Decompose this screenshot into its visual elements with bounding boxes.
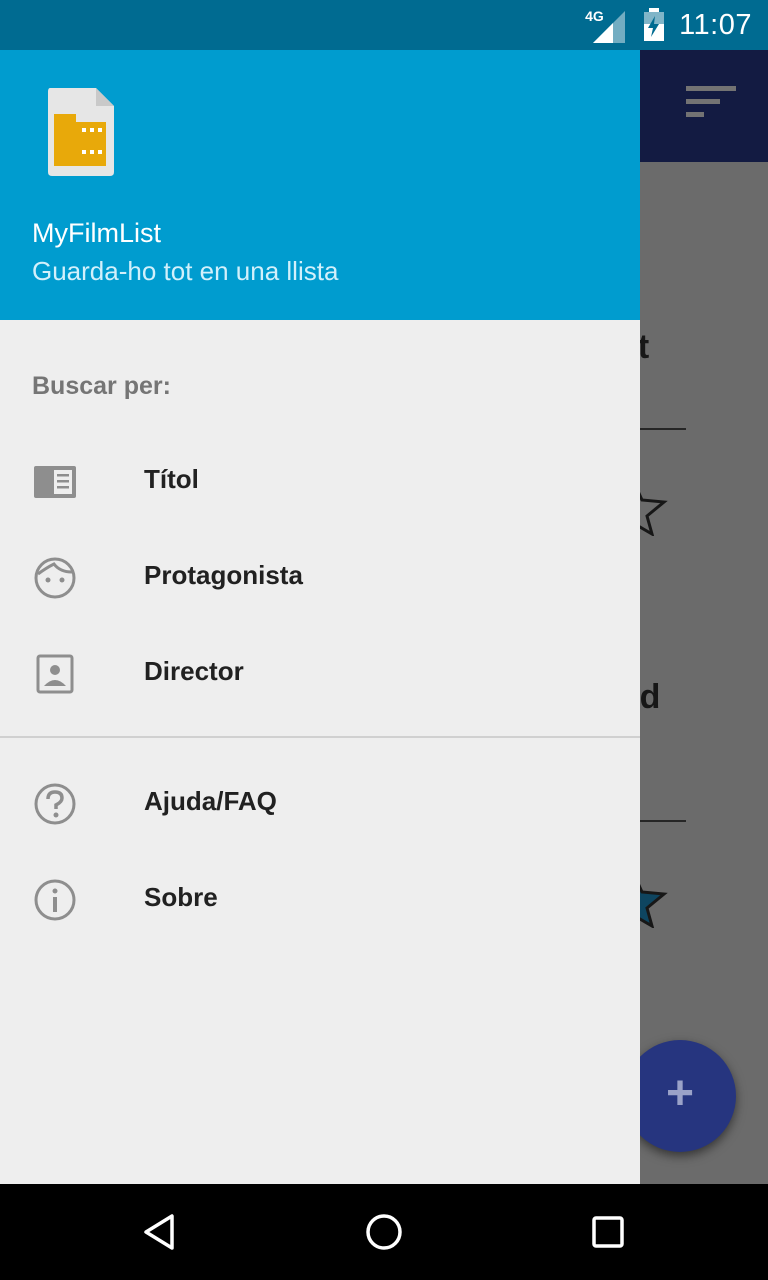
portrait-icon bbox=[36, 654, 74, 694]
network-type: 4G bbox=[585, 8, 604, 24]
drawer-header: MyFilmList Guarda-ho tot en una llista bbox=[0, 50, 640, 320]
menu-item-label: Protagonista bbox=[144, 560, 303, 590]
menu-item-protagonista[interactable]: Protagonista bbox=[0, 530, 640, 626]
signal-icon: 4G bbox=[585, 5, 629, 45]
app-tagline: Guarda-ho tot en una llista bbox=[32, 256, 339, 286]
back-icon[interactable] bbox=[138, 1210, 182, 1254]
add-button[interactable]: + bbox=[624, 1040, 736, 1152]
title-icon bbox=[34, 466, 76, 498]
clock: 11:07 bbox=[679, 8, 752, 41]
menu-item-ajuda-faq[interactable]: Ajuda/FAQ bbox=[0, 756, 640, 852]
info-icon bbox=[34, 879, 76, 921]
battery-charging-icon bbox=[643, 8, 665, 42]
menu-item-label: Director bbox=[144, 656, 244, 686]
app-name: MyFilmList bbox=[32, 218, 161, 248]
menu-item-label: Ajuda/FAQ bbox=[144, 786, 277, 816]
drawer-divider bbox=[0, 736, 640, 738]
menu-item-label: Sobre bbox=[144, 882, 218, 912]
menu-item-label: Títol bbox=[144, 464, 199, 494]
face-icon bbox=[34, 557, 76, 599]
recents-icon[interactable] bbox=[586, 1210, 630, 1254]
menu-item-sobre[interactable]: Sobre bbox=[0, 852, 640, 948]
help-icon bbox=[34, 783, 76, 825]
section-label: Buscar per: bbox=[32, 372, 171, 400]
home-icon[interactable] bbox=[362, 1210, 406, 1254]
menu-item-director[interactable]: Director bbox=[0, 626, 640, 722]
navigation-drawer: MyFilmList Guarda-ho tot en una llista B… bbox=[0, 50, 640, 1184]
system-navigation-bar bbox=[0, 1184, 768, 1280]
status-bar: 4G 11:07 bbox=[0, 0, 768, 50]
menu-item-titol[interactable]: Títol bbox=[0, 434, 640, 530]
app-logo-icon bbox=[48, 88, 114, 176]
